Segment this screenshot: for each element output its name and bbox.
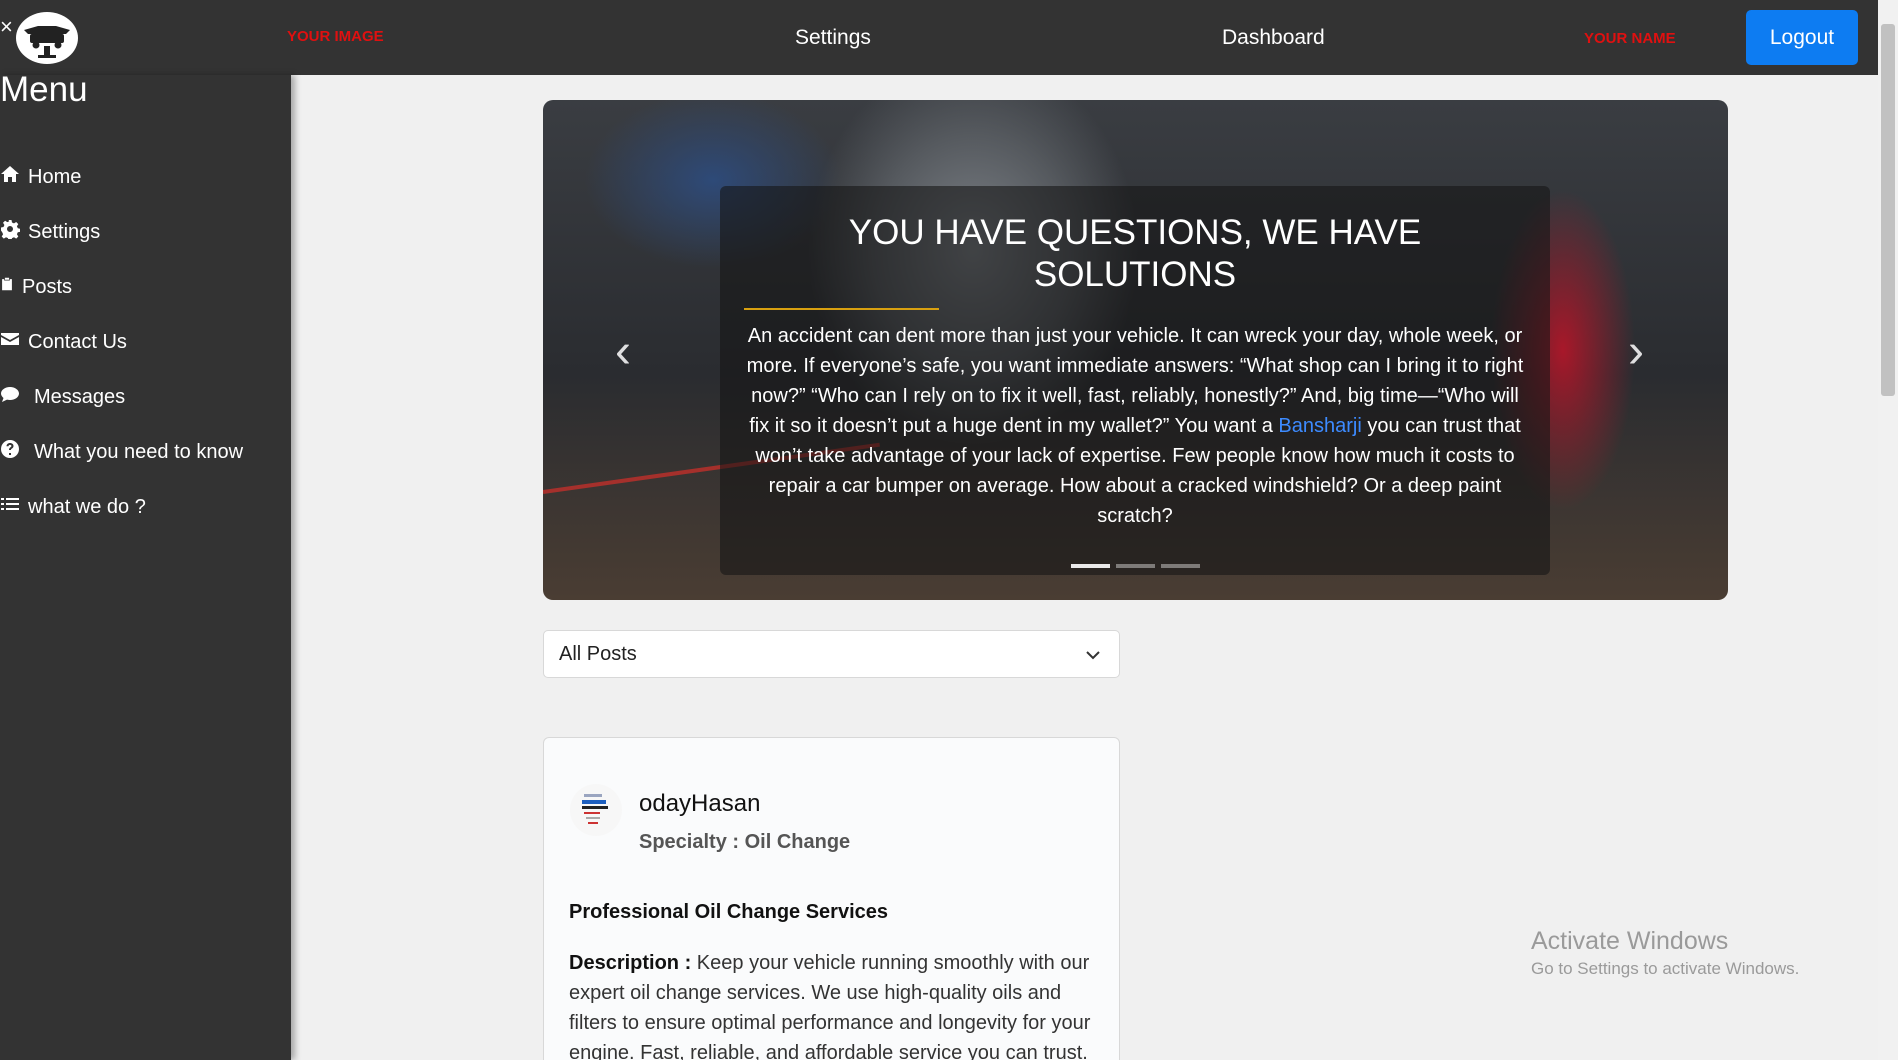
sidebar-item-what-we-do[interactable]: what we do ? [0, 494, 146, 520]
sidebar-item-label: Contact Us [28, 331, 127, 353]
sidebar-item-messages[interactable]: Messages [0, 384, 125, 410]
sidebar-item-what-you-need-to-know[interactable]: What you need to know [0, 439, 243, 465]
carousel-title: YOU HAVE QUESTIONS, WE HAVE SOLUTIONS [848, 213, 1422, 294]
sidebar-item-contact-us[interactable]: Contact Us [0, 329, 127, 355]
avatar[interactable] [570, 784, 622, 836]
page-scrollbar[interactable] [1878, 0, 1898, 1060]
sidebar-title: Menu [0, 70, 88, 109]
post-specialty: Specialty : Oil Change [639, 831, 851, 853]
sidebar-item-label: Messages [34, 386, 126, 408]
comment-icon [0, 384, 28, 410]
posts-filter-value: All Posts [559, 642, 637, 665]
sidebar-item-label: Posts [22, 276, 73, 298]
carousel-indicators [1071, 564, 1200, 568]
carousel-caption: YOU HAVE QUESTIONS, WE HAVE SOLUTIONS An… [720, 186, 1550, 575]
envelope-icon [0, 329, 28, 355]
bansharji-link[interactable]: Bansharji [1278, 415, 1361, 437]
hero-carousel: ‹ › YOU HAVE QUESTIONS, WE HAVE SOLUTION… [543, 100, 1728, 600]
post-description: Description : Keep your vehicle running … [569, 948, 1099, 1060]
list-icon [0, 494, 28, 520]
scrollbar-thumb[interactable] [1881, 24, 1895, 396]
sidebar-item-label: Settings [28, 221, 101, 243]
carousel-indicator[interactable] [1161, 564, 1200, 568]
sidebar-item-posts[interactable]: Posts [0, 274, 72, 300]
top-navbar: × YOUR IMAGE Settings Dashboard YOUR NAM… [0, 0, 1878, 75]
sidebar-item-settings[interactable]: Settings [0, 219, 100, 245]
sidebar-item-home[interactable]: Home [0, 164, 81, 190]
sidebar-item-label: What you need to know [34, 441, 244, 463]
watermark-title: Activate Windows [1531, 927, 1729, 955]
watermark-subtitle: Go to Settings to activate Windows. [1531, 959, 1800, 978]
description-label: Description : [569, 952, 692, 974]
nav-settings-link[interactable]: Settings [795, 26, 871, 50]
nav-dashboard-link[interactable]: Dashboard [1222, 26, 1325, 50]
your-name-placeholder: YOUR NAME [1584, 30, 1676, 47]
sidebar-item-label: what we do ? [28, 496, 146, 518]
question-circle-icon [0, 439, 28, 465]
chevron-down-icon [1086, 651, 1100, 660]
logo[interactable] [16, 12, 78, 64]
close-sidebar-icon[interactable]: × [0, 16, 13, 38]
clipboard-icon [0, 274, 22, 300]
post-author[interactable]: odayHasan [639, 790, 760, 818]
posts-filter-select[interactable]: All Posts [543, 630, 1120, 678]
gear-icon [0, 219, 28, 245]
carousel-text: An accident can dent more than just your… [742, 321, 1528, 531]
carousel-indicator[interactable] [1071, 564, 1110, 568]
logout-button[interactable]: Logout [1746, 10, 1858, 65]
title-underline [744, 308, 939, 310]
carousel-prev-button[interactable]: ‹ [615, 328, 631, 376]
post-card: odayHasan Specialty : Oil Change Profess… [543, 737, 1120, 1060]
sidebar: Menu Home Settings Posts Contact Us Mess… [0, 70, 291, 1060]
your-image-placeholder: YOUR IMAGE [287, 28, 384, 45]
carousel-indicator[interactable] [1116, 564, 1155, 568]
home-icon [0, 164, 28, 190]
carousel-next-button[interactable]: › [1628, 328, 1644, 376]
sidebar-item-label: Home [28, 166, 82, 188]
post-title: Professional Oil Change Services [569, 901, 889, 923]
activate-windows-watermark: Activate Windows Go to Settings to activ… [1531, 926, 1799, 980]
